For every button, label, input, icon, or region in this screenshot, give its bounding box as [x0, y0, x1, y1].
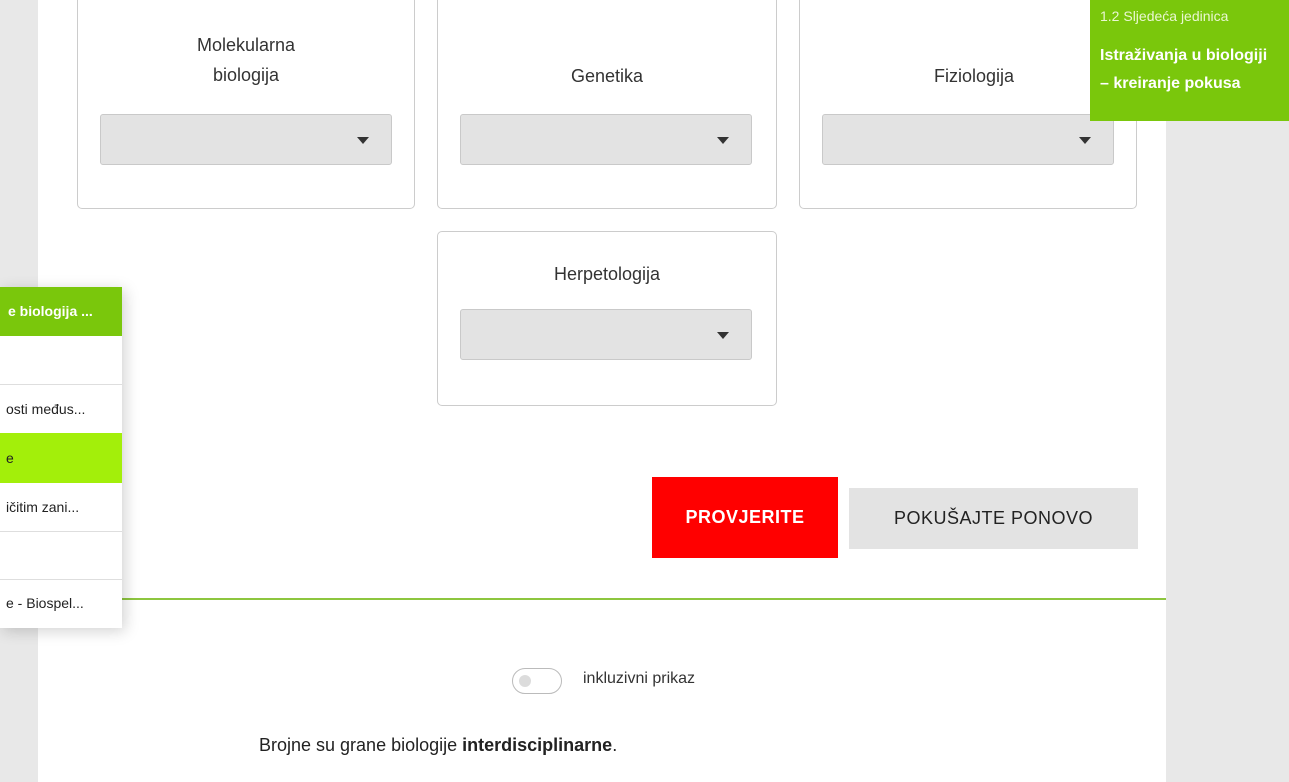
check-button[interactable]: PROVJERITE — [652, 477, 838, 558]
drawer-item[interactable] — [0, 337, 122, 384]
retry-button[interactable]: POKUŠAJTE PONOVO — [849, 488, 1138, 549]
caret-down-icon — [717, 332, 729, 339]
drawer-item[interactable]: ičitim zani... — [0, 483, 122, 531]
caret-down-icon — [717, 137, 729, 144]
next-unit-title-cont: – kreiranje pokusa — [1100, 75, 1241, 92]
drawer-item[interactable] — [0, 532, 122, 579]
card-molekularna-biologija: Molekularna biologija — [77, 0, 415, 209]
inclusive-toggle[interactable] — [512, 668, 562, 694]
card-label: Fiziologija — [933, 66, 1015, 86]
lesson-nav-drawer: e biologija ... osti međus... e ičitim z… — [0, 287, 122, 628]
inclusive-toggle-label: inkluzivni prikaz — [583, 670, 696, 687]
drawer-item[interactable]: osti međus... — [0, 385, 122, 433]
next-unit-title: Istraživanja u biologiji — [1100, 47, 1268, 64]
select-genetika[interactable] — [460, 114, 752, 165]
card-label: Genetika — [570, 66, 644, 86]
card-label: Herpetologija — [553, 264, 661, 284]
card-fiziologija: Fiziologija — [799, 0, 1137, 209]
select-molekularna-biologija[interactable] — [100, 114, 392, 165]
caret-down-icon — [1079, 137, 1091, 144]
body-paragraph: Brojne su grane biologije interdisciplin… — [259, 735, 617, 756]
body-text-after: . — [612, 735, 618, 755]
card-label-line2: biologija — [212, 65, 280, 85]
drawer-header[interactable]: e biologija ... — [0, 287, 122, 336]
body-text-before: Brojne su grane biologije — [259, 735, 463, 755]
select-herpetologija[interactable] — [460, 309, 752, 360]
section-divider — [38, 598, 1166, 600]
toggle-knob — [519, 675, 531, 687]
drawer-item[interactable]: e - Biospel... — [0, 580, 122, 626]
card-genetika: Genetika — [437, 0, 777, 209]
card-herpetologija: Herpetologija — [437, 231, 777, 406]
next-unit-subtitle: 1.2 Sljedeća jedinica — [1100, 8, 1229, 24]
select-fiziologija[interactable] — [822, 114, 1114, 165]
drawer-item-active[interactable]: e — [0, 433, 122, 483]
card-label-line1: Molekularna — [196, 35, 296, 55]
caret-down-icon — [357, 137, 369, 144]
body-text-bold: interdisciplinarne — [462, 735, 613, 755]
next-unit-tab[interactable]: 1.2 Sljedeća jedinica Istraživanja u bio… — [1090, 0, 1289, 121]
